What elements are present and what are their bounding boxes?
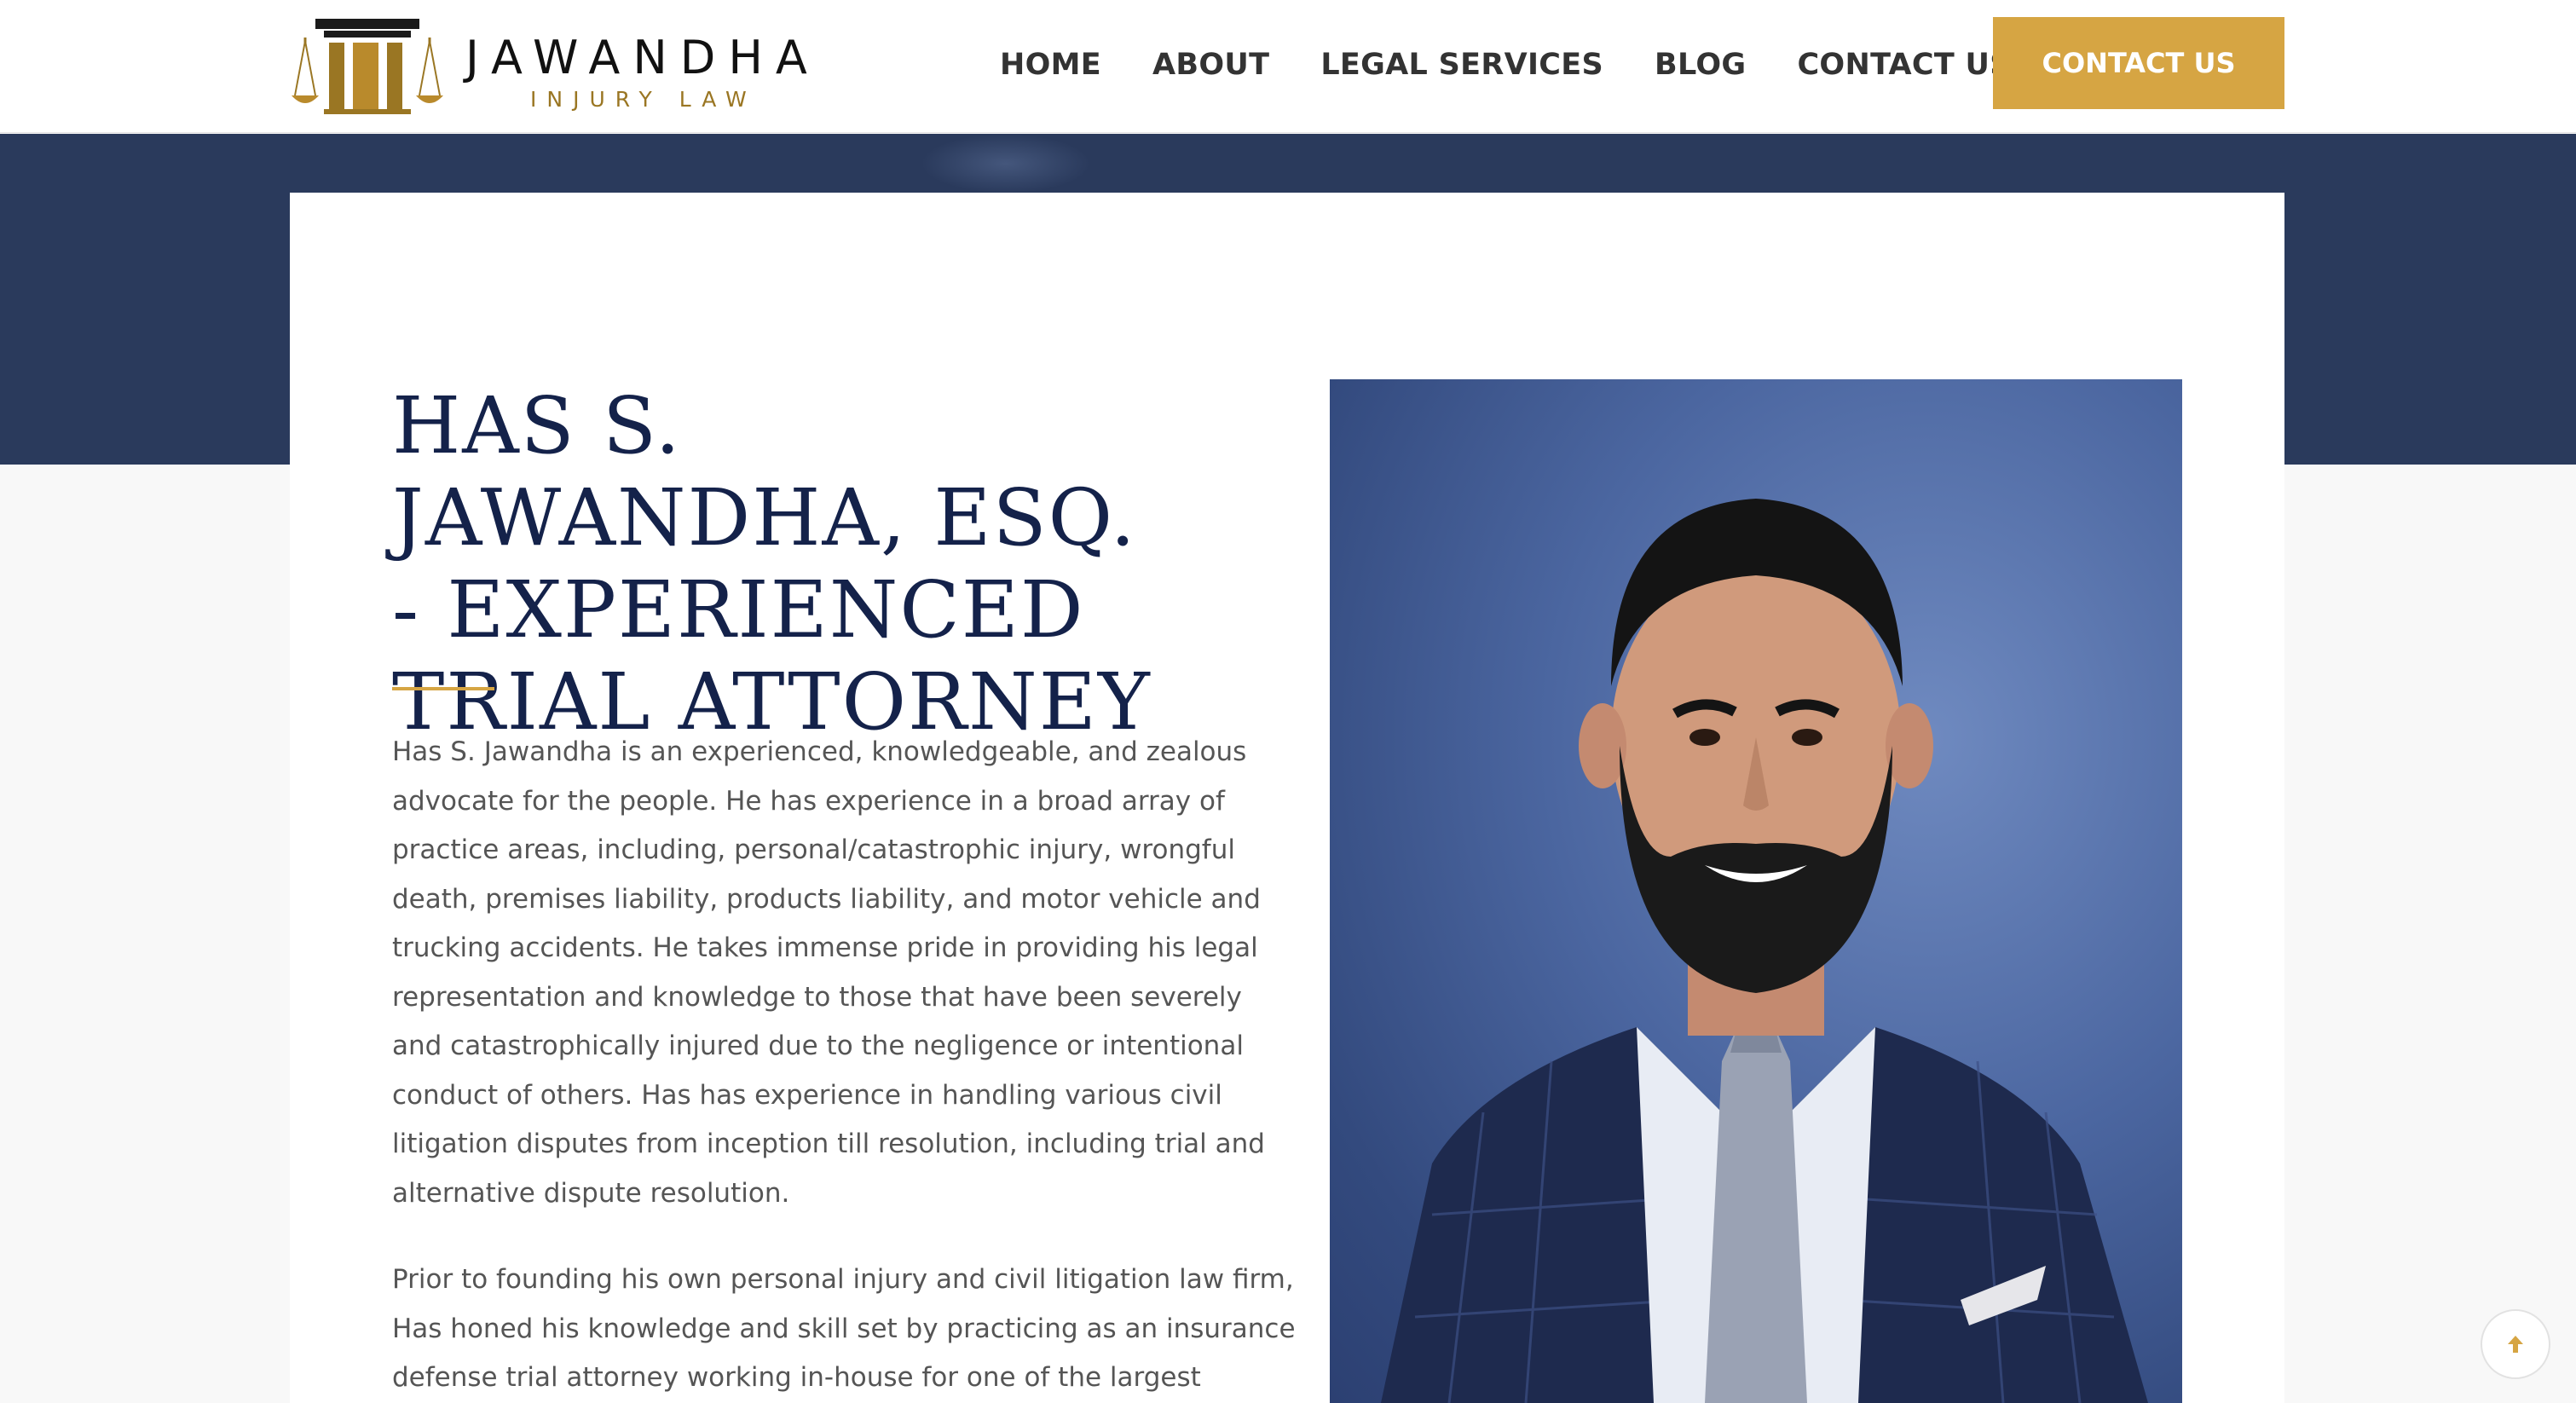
main-nav: HOME ABOUT LEGAL SERVICES BLOG CONTACT U…	[1000, 44, 2012, 85]
contact-us-button[interactable]: CONTACT US	[1993, 17, 2284, 109]
nav-item-blog[interactable]: BLOG	[1655, 48, 1746, 82]
nav-item-contact-us[interactable]: CONTACT US	[1797, 48, 2011, 82]
nav-item-legal-services[interactable]: LEGAL SERVICES	[1320, 48, 1603, 82]
scroll-to-top-button[interactable]	[2481, 1309, 2550, 1379]
portrait-illustration	[1381, 499, 2148, 1403]
logo-subtitle: INJURY LAW	[530, 87, 757, 112]
attorney-portrait	[1330, 379, 2182, 1403]
site-logo[interactable]: JAWANDHA INJURY LAW	[290, 17, 818, 116]
site-header: JAWANDHA INJURY LAW HOME ABOUT LEGAL SER…	[0, 0, 2576, 133]
title-divider	[392, 687, 494, 690]
attorney-profile-card: HAS S. JAWANDHA, ESQ. - EXPERIENCED TRIA…	[290, 193, 2284, 1403]
arrow-up-icon	[2508, 1336, 2523, 1353]
scales-pillar-logo-icon	[292, 19, 443, 114]
page-title: HAS S. JAWANDHA, ESQ. - EXPERIENCED TRIA…	[392, 380, 1152, 748]
logo-name: JAWANDHA	[465, 31, 820, 84]
bio-paragraph: Has S. Jawandha is an experienced, knowl…	[392, 736, 1265, 1209]
hero-background-detail	[921, 134, 1091, 193]
bio-paragraph: Prior to founding his own personal injur…	[392, 1264, 1296, 1393]
nav-item-home[interactable]: HOME	[1000, 48, 1101, 82]
attorney-bio: Has S. Jawandha is an experienced, knowl…	[392, 728, 1296, 1403]
nav-item-about[interactable]: ABOUT	[1152, 48, 1269, 82]
